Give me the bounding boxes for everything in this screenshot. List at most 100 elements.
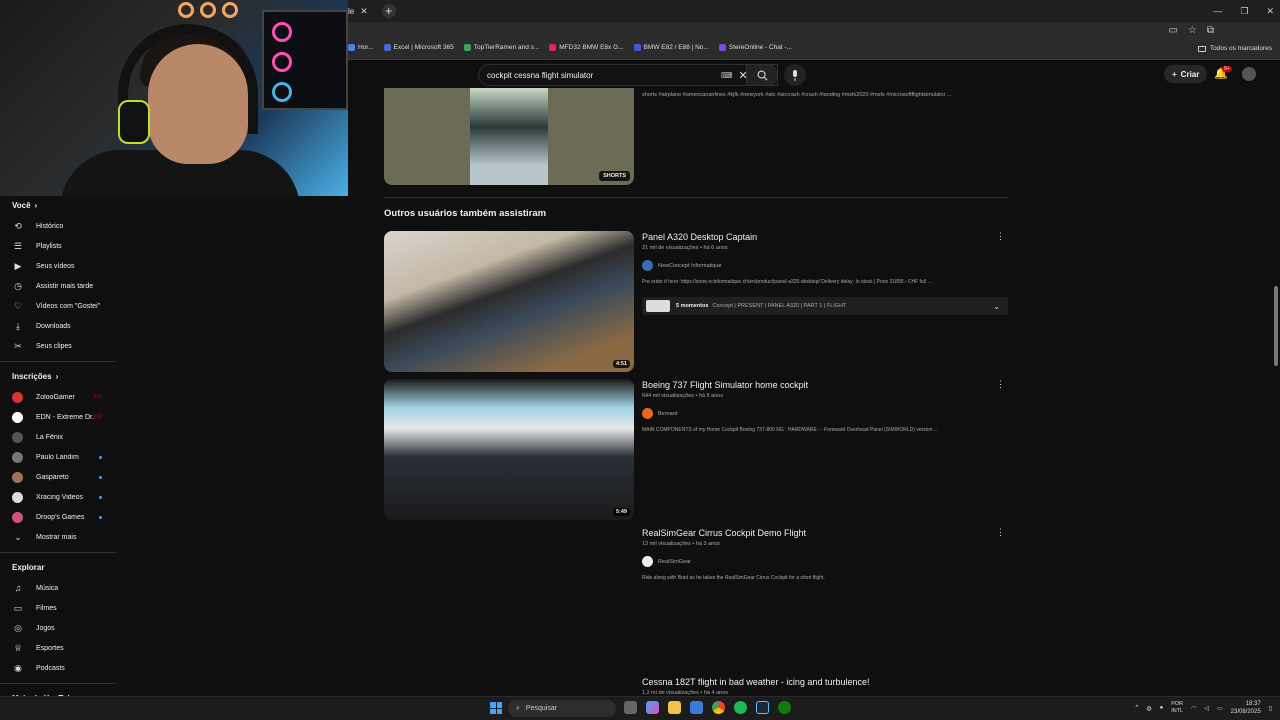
video-title[interactable]: Panel A320 Desktop Captain — [642, 232, 757, 242]
video-channel[interactable]: NewConcept Informatique — [642, 260, 722, 271]
sidebar-item-sports[interactable]: ♕ Esportes — [0, 638, 116, 658]
channel-avatar — [642, 260, 653, 271]
close-window-icon[interactable]: ✕ — [1266, 6, 1274, 17]
minimize-icon[interactable]: — — [1213, 6, 1222, 16]
shelf-divider — [384, 197, 1008, 198]
more-actions-icon[interactable]: ⋮ — [996, 379, 1005, 390]
scrollbar-thumb[interactable] — [1274, 286, 1278, 366]
volume-icon[interactable]: ◁ — [1204, 705, 1209, 712]
microphone-icon[interactable]: ● — [1160, 705, 1164, 711]
search-input[interactable] — [487, 70, 717, 80]
chevron-down-icon: ⌄ — [14, 531, 22, 542]
tab-close-icon[interactable]: ✕ — [360, 6, 368, 17]
system-tray: ^ ◍ ● POR INTL ◠ ◁ ▭ 18:37 23/08/2025 ▯ — [1135, 700, 1272, 716]
page-scrollbar[interactable] — [1272, 62, 1278, 694]
sidebar-item-music[interactable]: ♫ Música — [0, 578, 116, 598]
wifi-icon[interactable]: ◠ — [1191, 705, 1196, 712]
live-icon: ((•)) — [93, 394, 102, 400]
tray-chevron-up-icon[interactable]: ^ — [1135, 705, 1138, 711]
new-content-dot — [99, 515, 102, 519]
taskbar-clock[interactable]: 18:37 23/08/2025 — [1231, 700, 1261, 716]
chevron-right-icon: › — [55, 372, 59, 381]
channel-avatar — [642, 408, 653, 419]
bookmark-item[interactable]: TopTierRamen and s... — [463, 44, 539, 51]
task-view-icon[interactable] — [624, 701, 637, 714]
video-result: 5:49 Boeing 737 Flight Simulator home co… — [384, 379, 1008, 520]
language-indicator[interactable]: POR INTL — [1171, 701, 1183, 715]
shorts-thumbnail[interactable]: SHORTS — [384, 88, 634, 185]
video-channel[interactable]: Bernard — [642, 408, 678, 419]
thumbs-up-icon: ♡ — [13, 300, 23, 311]
sidebar-item-podcasts[interactable]: ◉ Podcasts — [0, 658, 116, 678]
search-box[interactable]: ⌨ ✕ — [478, 64, 778, 86]
sidebar-sub-item[interactable]: Xracing Videos — [0, 487, 116, 507]
bookmark-item[interactable]: Hor... — [348, 44, 374, 51]
sidebar-sub-item[interactable]: Gaspareto — [0, 467, 116, 487]
sidebar-item-liked[interactable]: ♡ Vídeos com "Gostei" — [0, 296, 116, 316]
xbox-icon[interactable] — [778, 701, 791, 714]
sidebar-sub-item[interactable]: La Fênix — [0, 427, 116, 447]
new-tab-icon[interactable]: + — [381, 4, 396, 18]
battery-icon[interactable]: ▭ — [1217, 705, 1223, 712]
sidebar-sub-item[interactable]: ZolooGamer ((•)) — [0, 387, 116, 407]
sidebar-sub-item[interactable]: Paulo Landim — [0, 447, 116, 467]
chrome-icon[interactable] — [712, 701, 725, 714]
keyboard-icon[interactable]: ⌨ — [721, 71, 733, 80]
video-title[interactable]: Boeing 737 Flight Simulator home cockpit — [642, 380, 808, 390]
sidebar-item-gaming[interactable]: ◎ Jogos — [0, 618, 116, 638]
cast-icon[interactable]: ▭ — [1168, 25, 1177, 36]
sidebar-sub-item[interactable]: EDN - Extreme Dr... ((•)) — [0, 407, 116, 427]
account-avatar[interactable] — [1242, 67, 1256, 81]
pc-case — [262, 10, 348, 110]
more-actions-icon[interactable]: ⋮ — [996, 231, 1005, 242]
windows-start-icon[interactable] — [490, 702, 502, 714]
video-meta: 644 mil visualizações • há 5 anos — [642, 393, 724, 399]
shelf-title: Outros usuários também assistiram — [384, 208, 547, 219]
taskbar-apps — [624, 701, 791, 714]
file-explorer-icon[interactable] — [668, 701, 681, 714]
sidebar-item-movies[interactable]: ▭ Filmes — [0, 598, 116, 618]
create-button[interactable]: + Criar — [1164, 65, 1208, 83]
sidebar-divider — [0, 552, 116, 553]
sidebar-item-your-videos[interactable]: ▶ Seus vídeos — [0, 256, 116, 276]
more-actions-icon[interactable]: ⋮ — [996, 527, 1005, 538]
bookmark-item[interactable]: MFD32 BMW E8x G... — [549, 44, 624, 51]
notification-center-icon[interactable]: ▯ — [1269, 705, 1272, 712]
sidebar-item-downloads[interactable]: ⤓ Downloads — [0, 316, 116, 336]
video-channel[interactable]: RealSimGear — [642, 556, 691, 567]
star-icon[interactable]: ☆ — [1188, 25, 1197, 36]
sidebar-subscriptions-title[interactable]: Inscrições › — [0, 367, 116, 387]
all-bookmarks-button[interactable]: Todos os marcadores — [1197, 45, 1272, 52]
network-icon[interactable]: ◍ — [1146, 705, 1151, 712]
taskbar-search[interactable]: ⌕ Pesquisar — [508, 700, 616, 717]
sidebar-item-watch-later[interactable]: ◷ Assistir mais tarde — [0, 276, 116, 296]
voice-search-button[interactable] — [784, 64, 806, 86]
sidebar-sub-item[interactable]: Droop's Games — [0, 507, 116, 527]
video-thumbnail[interactable]: 5:49 — [384, 379, 634, 520]
copilot-icon[interactable] — [646, 701, 659, 714]
restore-icon[interactable]: ❐ — [1240, 6, 1248, 17]
video-chapters[interactable]: 5 momentos Concept | PRESENT | PANEL A32… — [642, 297, 1008, 315]
bookmark-favicon-icon — [383, 44, 391, 51]
bookmark-item[interactable]: BMW E82 / E88 | No... — [633, 44, 709, 51]
sidebar-show-more[interactable]: ⌄ Mostrar mais — [0, 527, 116, 547]
tab-title[interactable]: le — [348, 7, 354, 16]
sidebar-item-clips[interactable]: ✂ Seus clipes — [0, 336, 116, 356]
video-title[interactable]: Cessna 182T flight in bad weather - icin… — [642, 677, 869, 687]
steam-icon[interactable] — [756, 701, 769, 714]
bookmark-item[interactable]: Excel | Microsoft 365 — [383, 44, 454, 51]
spotify-icon[interactable] — [734, 701, 747, 714]
sidebar-item-playlists[interactable]: ☰ Playlists — [0, 236, 116, 256]
scissors-icon: ✂ — [14, 340, 22, 351]
bookmark-favicon-icon — [348, 44, 355, 51]
windows-taskbar: ⌕ Pesquisar ^ ◍ ● POR INTL ◠ ◁ ▭ 18:37 2… — [0, 696, 1280, 720]
sidebar-item-history[interactable]: ⟲ Histórico — [0, 216, 116, 236]
video-title[interactable]: RealSimGear Cirrus Cockpit Demo Flight — [642, 528, 806, 538]
video-duration: 4:51 — [612, 360, 630, 368]
video-thumbnail[interactable]: 4:51 — [384, 231, 634, 372]
search-button[interactable] — [746, 64, 778, 86]
bookmark-item[interactable]: StereOnline - Chat -... — [718, 44, 792, 51]
extensions-icon[interactable]: ⧉ — [1207, 25, 1214, 36]
sidebar-you-title[interactable]: Você › — [0, 196, 116, 216]
store-icon[interactable] — [690, 701, 703, 714]
